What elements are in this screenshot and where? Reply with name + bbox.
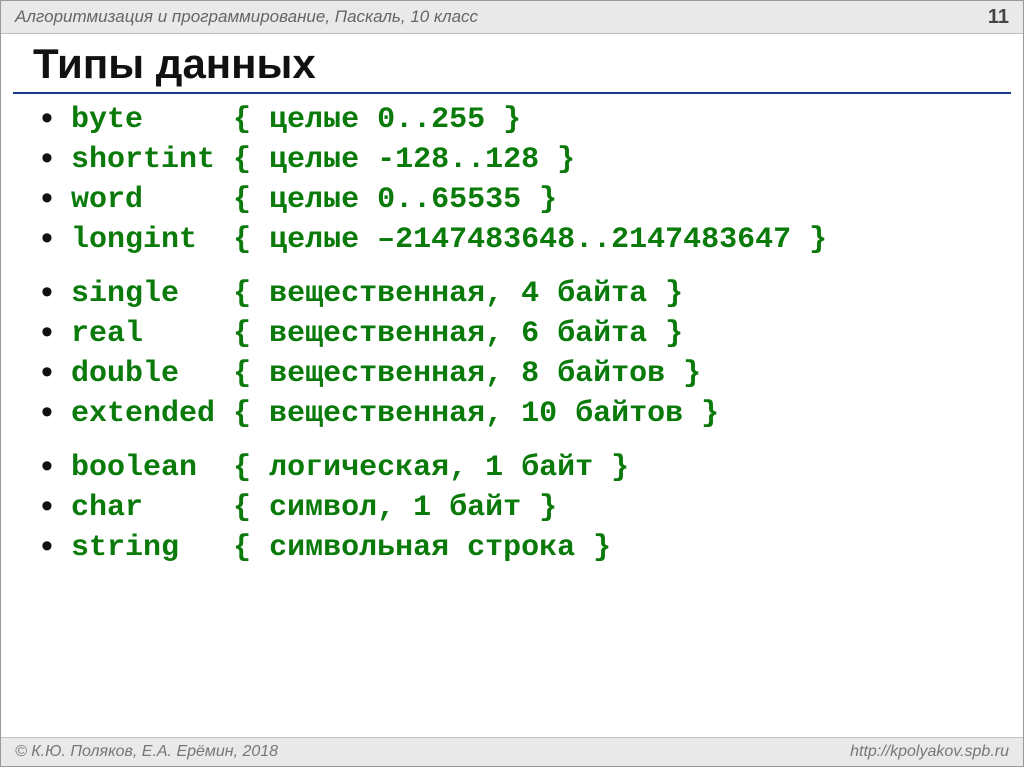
type-comment: { целые 0..65535 } bbox=[233, 183, 557, 217]
type-comment: { логическая, 1 байт } bbox=[233, 451, 629, 485]
type-comment: { целые -128..128 } bbox=[233, 143, 575, 177]
type-name: real bbox=[71, 314, 143, 354]
type-name: longint bbox=[71, 220, 197, 260]
slide-footer: © К.Ю. Поляков, Е.А. Ерёмин, 2018 http:/… bbox=[1, 737, 1023, 766]
type-row: byte { целые 0..255 } bbox=[41, 100, 1005, 140]
type-pad bbox=[197, 223, 215, 257]
type-pad bbox=[143, 317, 215, 351]
type-comment: { вещественная, 10 байтов } bbox=[233, 397, 719, 431]
type-comment: { символ, 1 байт } bbox=[233, 491, 557, 525]
type-name: word bbox=[71, 180, 143, 220]
title-underline bbox=[13, 92, 1011, 94]
page-number: 11 bbox=[988, 6, 1009, 29]
type-group-other: boolean { логическая, 1 байт } char { си… bbox=[41, 448, 1005, 568]
type-comment: { вещественная, 6 байта } bbox=[233, 317, 683, 351]
type-group-real: single { вещественная, 4 байта } real { … bbox=[41, 274, 1005, 434]
type-pad bbox=[179, 531, 215, 565]
type-name: extended bbox=[71, 394, 215, 434]
type-pad bbox=[197, 451, 215, 485]
type-row: longint { целые –2147483648..2147483647 … bbox=[41, 220, 1005, 260]
type-row: real { вещественная, 6 байта } bbox=[41, 314, 1005, 354]
type-comment: { целые 0..255 } bbox=[233, 103, 521, 137]
header-subject: Алгоритмизация и программирование, Паска… bbox=[15, 7, 478, 27]
slide-header: Алгоритмизация и программирование, Паска… bbox=[1, 1, 1023, 34]
type-row: char { символ, 1 байт } bbox=[41, 488, 1005, 528]
type-name: string bbox=[71, 528, 179, 568]
type-row: single { вещественная, 4 байта } bbox=[41, 274, 1005, 314]
type-row: shortint { целые -128..128 } bbox=[41, 140, 1005, 180]
type-group-integer: byte { целые 0..255 } shortint { целые -… bbox=[41, 100, 1005, 260]
type-row: extended { вещественная, 10 байтов } bbox=[41, 394, 1005, 434]
type-name: shortint bbox=[71, 140, 215, 180]
type-pad bbox=[179, 357, 215, 391]
type-pad bbox=[143, 103, 215, 137]
slide: Алгоритмизация и программирование, Паска… bbox=[0, 0, 1024, 767]
type-row: string { символьная строка } bbox=[41, 528, 1005, 568]
footer-url: http://kpolyakov.spb.ru bbox=[850, 743, 1009, 761]
type-name: double bbox=[71, 354, 179, 394]
type-name: single bbox=[71, 274, 179, 314]
type-name: boolean bbox=[71, 448, 197, 488]
type-row: boolean { логическая, 1 байт } bbox=[41, 448, 1005, 488]
type-row: double { вещественная, 8 байтов } bbox=[41, 354, 1005, 394]
type-comment: { символьная строка } bbox=[233, 531, 611, 565]
type-pad bbox=[179, 277, 215, 311]
type-list: byte { целые 0..255 } shortint { целые -… bbox=[41, 100, 1005, 568]
type-pad bbox=[143, 183, 215, 217]
type-name: char bbox=[71, 488, 143, 528]
type-pad bbox=[143, 491, 215, 525]
type-comment: { вещественная, 4 байта } bbox=[233, 277, 683, 311]
type-row: word { целые 0..65535 } bbox=[41, 180, 1005, 220]
slide-title: Типы данных bbox=[33, 40, 1023, 88]
footer-copyright: © К.Ю. Поляков, Е.А. Ерёмин, 2018 bbox=[15, 743, 278, 761]
type-name: byte bbox=[71, 100, 143, 140]
type-comment: { вещественная, 8 байтов } bbox=[233, 357, 701, 391]
type-comment: { целые –2147483648..2147483647 } bbox=[233, 223, 827, 257]
